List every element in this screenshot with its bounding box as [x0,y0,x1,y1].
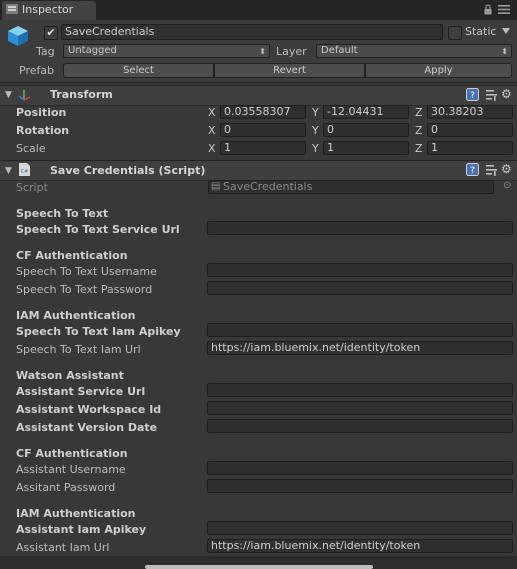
object-name-field[interactable]: SaveCredentials [61,24,443,40]
assistant-iam-url-label: Assistant Iam Url [16,541,110,554]
assistant-password-label: Assitant Password [16,481,116,494]
svg-text:C#: C# [21,169,29,175]
speech-to-text-password-label: Speech To Text Password [16,283,153,296]
object-picker-icon[interactable]: ⊙ [503,180,511,191]
foldout-arrow-icon[interactable]: ▼ [5,90,12,100]
preset-icon[interactable] [485,88,498,101]
position-x-axis: X [208,106,216,119]
rotation-x-field[interactable]: 0 [220,123,306,137]
tag-dropdown[interactable]: Untagged ⬍ [63,44,270,58]
tag-value: Untagged [68,45,117,56]
gameobject-cube-icon [8,26,28,46]
assistant-version-date-label: Assistant Version Date [16,421,158,434]
speech-to-text-service-url-label: Speech To Text Service Url [16,223,180,236]
rotation-y-axis: Y [312,124,319,137]
transform-axes-icon [18,90,31,101]
position-y-axis: Y [312,106,319,119]
inspector-icon [6,4,18,14]
speech-to-text-iam-url-label: Speech To Text Iam Url [16,343,141,356]
scale-y-field[interactable]: 1 [323,141,409,155]
speech-to-text-service-url-field[interactable] [207,221,513,235]
scale-z-axis: Z [415,142,423,155]
add-component-button-edge[interactable] [145,565,373,569]
svg-text:?: ? [470,166,475,176]
tag-label: Tag [36,45,55,58]
updown-arrow-icon: ⬍ [501,47,508,56]
speech-to-text-iam-url-field[interactable]: https://iam.bluemix.net/identity/token [207,341,513,355]
prefab-revert-button[interactable]: Revert [214,63,365,78]
gear-icon[interactable]: ⚙ [501,87,512,101]
assistant-workspace-id-label: Assistant Workspace Id [16,403,162,416]
prefab-label: Prefab [19,64,55,77]
assistant-iam-apikey-label: Assistant Iam Apikey [16,523,147,536]
script-reference-value: SaveCredentials [223,180,313,193]
rotation-z-field[interactable]: 0 [427,123,513,137]
rotation-z-axis: Z [415,124,423,137]
assistant-password-field[interactable] [207,479,513,493]
assistant-username-field[interactable] [207,461,513,475]
svg-text:?: ? [470,91,475,101]
assistant-iam-apikey-field[interactable] [207,521,513,535]
position-label: Position [16,106,67,119]
speech-to-text-iam-apikey-label: Speech To Text Iam Apikey [16,325,181,338]
rotation-x-axis: X [208,124,216,137]
prefab-apply-button[interactable]: Apply [365,63,512,78]
lock-icon[interactable] [484,4,492,15]
help-icon[interactable]: ? [466,163,479,176]
assistant-username-label: Assistant Username [16,463,126,476]
assistant-workspace-id-field[interactable] [207,401,513,415]
prefab-select-button[interactable]: Select [63,63,214,78]
section-iam-authentication-assistant: IAM Authentication [16,507,136,520]
menu-icon[interactable] [498,5,510,14]
rotation-y-field[interactable]: 0 [323,123,409,137]
assistant-version-date-field[interactable] [207,419,513,433]
section-speech-to-text: Speech To Text [16,207,109,220]
tab-label: Inspector [22,3,74,16]
scale-x-field[interactable]: 1 [220,141,306,155]
speech-to-text-iam-apikey-field[interactable] [207,323,513,337]
assistant-service-url-label: Assistant Service Url [16,385,146,398]
section-cf-authentication-stt: CF Authentication [16,249,128,262]
rotation-label: Rotation [16,124,70,137]
updown-arrow-icon: ⬍ [259,47,266,56]
script-label: Script [16,181,48,194]
script-file-icon: ▤ [211,181,221,192]
script-reference-field: SaveCredentials [208,180,494,194]
layer-dropdown[interactable]: Default ⬍ [316,44,512,58]
scale-y-axis: Y [312,142,319,155]
speech-to-text-password-field[interactable] [207,281,513,295]
static-label: Static [465,25,497,38]
section-watson-assistant: Watson Assistant [16,369,124,382]
layer-value: Default [321,45,358,56]
position-x-field[interactable]: 0.03558307 [220,105,306,119]
script-file-icon: C# [19,163,30,176]
script-component-title: Save Credentials (Script) [50,164,206,177]
position-y-field[interactable]: -12.04431 [323,105,409,119]
scale-x-axis: X [208,142,216,155]
position-z-field[interactable]: 30.38203 [427,105,513,119]
static-checkbox[interactable] [448,26,462,40]
scale-z-field[interactable]: 1 [427,141,513,155]
help-icon[interactable]: ? [466,88,479,101]
active-checkbox[interactable]: ✔ [44,26,58,40]
chevron-down-icon[interactable] [502,28,510,34]
preset-icon[interactable] [485,163,498,176]
assistant-service-url-field[interactable] [207,383,513,397]
scale-label: Scale [16,142,46,155]
assistant-iam-url-field[interactable]: https://iam.bluemix.net/identity/token [207,539,513,553]
speech-to-text-username-field[interactable] [207,263,513,277]
foldout-arrow-icon[interactable]: ▼ [5,166,12,176]
section-iam-authentication-stt: IAM Authentication [16,309,136,322]
gear-icon[interactable]: ⚙ [501,162,512,176]
layer-label: Layer [276,45,307,58]
speech-to-text-username-label: Speech To Text Username [16,265,157,278]
position-z-axis: Z [415,106,423,119]
transform-title: Transform [50,88,113,101]
section-cf-authentication-assistant: CF Authentication [16,447,128,460]
